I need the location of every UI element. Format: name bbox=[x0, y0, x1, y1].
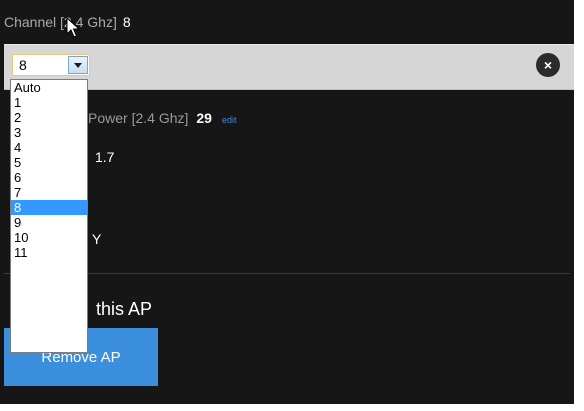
channel-option[interactable]: 8 bbox=[11, 200, 87, 215]
tx-power-label: Power [2.4 Ghz] bbox=[88, 110, 189, 126]
mouse-pointer-icon bbox=[66, 17, 80, 38]
firmware-value: 1.7 bbox=[95, 149, 115, 165]
channel-label: Channel [2.4 Ghz] bbox=[4, 14, 117, 30]
section-divider bbox=[4, 273, 570, 274]
channel-option[interactable]: 9 bbox=[11, 215, 87, 230]
ap-settings-panel: Channel [2.4 Ghz] 8 8 × Power [2.4 Ghz] 29… bbox=[0, 0, 574, 404]
channel-option[interactable]: 10 bbox=[11, 230, 87, 245]
chevron-down-icon[interactable] bbox=[68, 56, 88, 74]
channel-dropdown-list: Auto 1 2 3 4 5 6 7 8 9 10 11 bbox=[10, 79, 88, 353]
remove-ap-heading: this AP bbox=[96, 299, 153, 319]
channel-option[interactable]: 2 bbox=[11, 110, 87, 125]
close-icon[interactable]: × bbox=[536, 53, 560, 77]
channel-option[interactable]: 5 bbox=[11, 155, 87, 170]
channel-option[interactable]: 7 bbox=[11, 185, 87, 200]
channel-option[interactable]: 1 bbox=[11, 95, 87, 110]
partial-value-y: Y bbox=[92, 231, 102, 247]
tx-power-row: Power [2.4 Ghz] 29 edit bbox=[88, 110, 236, 126]
tx-power-value: 29 bbox=[196, 110, 212, 126]
edit-power-link[interactable]: edit bbox=[222, 115, 237, 125]
channel-current-value: 8 bbox=[122, 14, 131, 30]
channel-option[interactable]: Auto bbox=[11, 80, 87, 95]
channel-select[interactable]: 8 bbox=[12, 54, 90, 76]
channel-option[interactable]: 4 bbox=[11, 140, 87, 155]
channel-select-value: 8 bbox=[19, 57, 27, 73]
channel-option[interactable]: 6 bbox=[11, 170, 87, 185]
channel-option[interactable]: 11 bbox=[11, 245, 87, 260]
channel-edit-bar: 8 × bbox=[4, 44, 574, 90]
channel-option[interactable]: 3 bbox=[11, 125, 87, 140]
